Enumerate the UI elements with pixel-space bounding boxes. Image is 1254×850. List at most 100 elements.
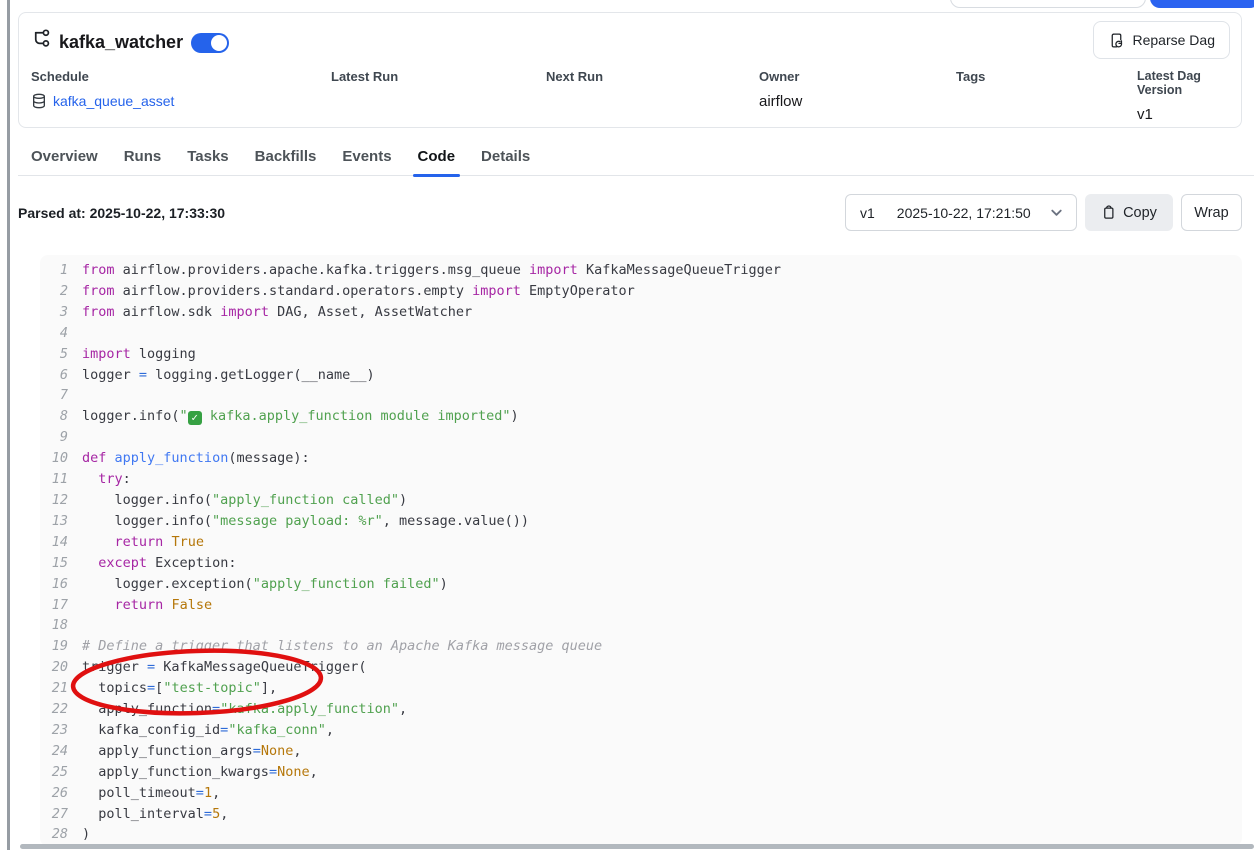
dag-header-card: kafka_watcher Reparse Dag Schedule kafka… [18,12,1242,128]
code-line: 22 apply_function="kafka.apply_function"… [40,699,1242,720]
tab-events[interactable]: Events [329,141,404,175]
horizontal-scrollbar[interactable] [20,844,1254,849]
code-line: 23 kafka_config_id="kafka_conn", [40,720,1242,741]
tab-runs[interactable]: Runs [111,141,175,175]
code-text: import logging [82,344,196,365]
dag-tabs: Overview Runs Tasks Backfills Events Cod… [18,141,1254,176]
tab-backfills[interactable]: Backfills [242,141,330,175]
code-line: 24 apply_function_args=None, [40,741,1242,762]
line-number: 4 [40,323,68,344]
version-value: v1 [860,205,875,221]
code-block[interactable]: 1 from airflow.providers.apache.kafka.tri… [40,255,1242,846]
line-number: 11 [40,469,68,490]
dag-code-page: kafka_watcher Reparse Dag Schedule kafka… [0,0,1254,850]
line-number: 21 [40,678,68,699]
line-number: 2 [40,281,68,302]
line-number: 6 [40,365,68,386]
code-lines: 1 from airflow.providers.apache.kafka.tri… [40,260,1242,845]
code-line: 11 try: [40,469,1242,490]
code-line: 14 return True [40,532,1242,553]
code-line: 8logger.info("✓ kafka.apply_function mod… [40,406,1242,427]
code-line: 28) [40,824,1242,845]
stat-latest-dag-version: Latest Dag Version v1 [1137,69,1241,123]
code-text: return False [82,595,212,616]
code-text: logger.exception("apply_function failed"… [82,574,448,595]
code-text: logger = logging.getLogger(__name__) [82,365,375,386]
code-line: 16 logger.exception("apply_function fail… [40,574,1242,595]
top-search-input-partial[interactable] [950,0,1146,8]
code-text: poll_timeout=1, [82,783,220,804]
tab-code[interactable]: Code [405,141,469,175]
line-number: 20 [40,657,68,678]
line-number: 27 [40,804,68,825]
check-emoji: ✓ [188,411,202,425]
code-line: 25 apply_function_kwargs=None, [40,762,1242,783]
line-number: 19 [40,636,68,657]
reparse-dag-button[interactable]: Reparse Dag [1093,21,1231,59]
line-number: 17 [40,595,68,616]
parsed-at-label: Parsed at: 2025-10-22, 17:33:30 [18,205,225,221]
dag-version-select[interactable]: v1 2025-10-22, 17:21:50 [845,194,1077,231]
stat-schedule: Schedule kafka_queue_asset [31,69,174,109]
code-line: 9 [40,427,1242,448]
code-text: from airflow.providers.apache.kafka.trig… [82,260,781,281]
dag-icon [30,28,53,51]
code-text: apply_function_kwargs=None, [82,762,318,783]
line-number: 1 [40,260,68,281]
code-text: kafka_config_id="kafka_conn", [82,720,334,741]
code-line: 7 [40,385,1242,406]
line-number: 28 [40,824,68,845]
code-text: except Exception: [82,553,236,574]
code-text: def apply_function(message): [82,448,310,469]
code-text: logger.info("apply_function called") [82,490,407,511]
code-line: 20 trigger = KafkaMessageQueueTrigger( [40,657,1242,678]
code-text: poll_interval=5, [82,804,228,825]
code-line: 27 poll_interval=5, [40,804,1242,825]
chevron-down-icon [1049,205,1064,220]
line-number: 3 [40,302,68,323]
wrap-button[interactable]: Wrap [1181,194,1242,231]
code-line: 10 def apply_function(message): [40,448,1242,469]
dag-enabled-toggle[interactable] [191,33,229,53]
tab-tasks[interactable]: Tasks [174,141,241,175]
code-text: # Define a trigger that listens to an Ap… [82,636,602,657]
top-primary-button-partial[interactable] [1150,0,1254,8]
line-number: 18 [40,615,68,636]
code-line: 13 logger.info("message payload: %r", me… [40,511,1242,532]
code-text: topics=["test-topic"], [82,678,277,699]
line-number: 14 [40,532,68,553]
code-line: 26 poll_timeout=1, [40,783,1242,804]
line-number: 5 [40,344,68,365]
code-line: 15 except Exception: [40,553,1242,574]
tab-details[interactable]: Details [468,141,543,175]
code-line: 18 [40,615,1242,636]
code-text: logger.info("message payload: %r", messa… [82,511,529,532]
database-icon [31,93,47,109]
line-number: 9 [40,427,68,448]
stat-tags: Tags [956,69,985,93]
line-number: 10 [40,448,68,469]
dag-title: kafka_watcher [59,32,183,53]
code-line: 19 # Define a trigger that listens to an … [40,636,1242,657]
line-number: 13 [40,511,68,532]
code-line: 21 topics=["test-topic"], [40,678,1242,699]
code-text: trigger = KafkaMessageQueueTrigger( [82,657,367,678]
line-number: 12 [40,490,68,511]
code-line: 2from airflow.providers.standard.operato… [40,281,1242,302]
code-line: 6 logger = logging.getLogger(__name__) [40,365,1242,386]
code-text: try: [82,469,131,490]
code-text: return True [82,532,204,553]
schedule-asset-link[interactable]: kafka_queue_asset [31,93,174,109]
clipboard-icon [1101,205,1116,220]
stat-next-run: Next Run [546,69,603,93]
reparse-dag-label: Reparse Dag [1133,32,1216,48]
line-number: 23 [40,720,68,741]
code-text: apply_function_args=None, [82,741,301,762]
line-number: 8 [40,406,68,427]
code-text: apply_function="kafka.apply_function", [82,699,407,720]
reparse-dag-icon [1108,32,1125,49]
toggle-knob [211,35,227,51]
tab-overview[interactable]: Overview [18,141,111,175]
copy-button[interactable]: Copy [1085,194,1173,231]
code-line: 4 [40,323,1242,344]
